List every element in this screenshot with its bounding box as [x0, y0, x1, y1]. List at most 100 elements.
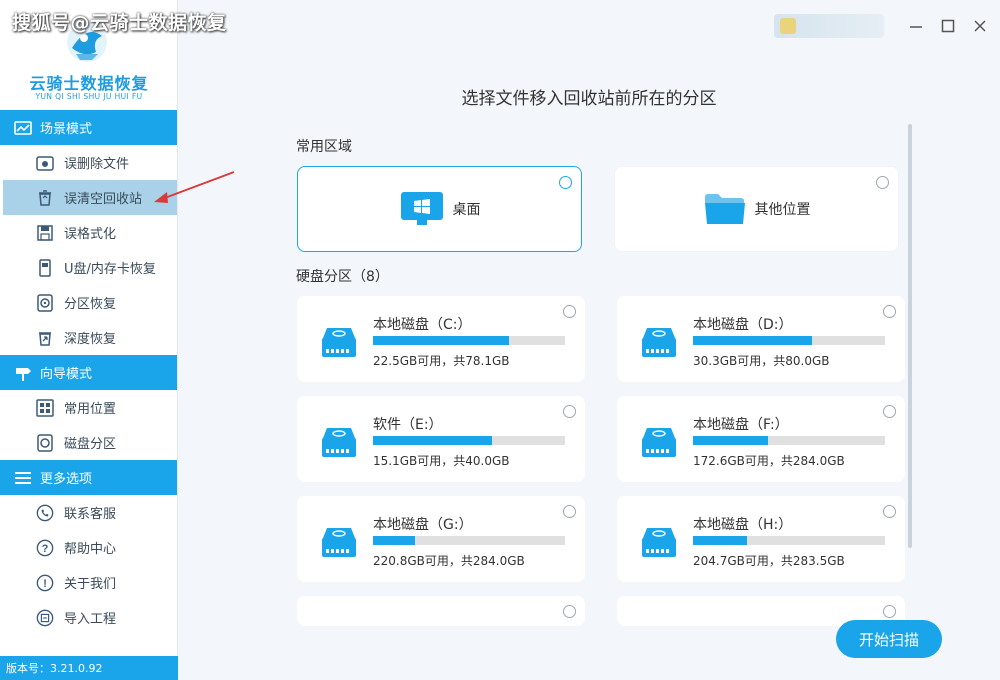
- start-scan-button[interactable]: 开始扫描: [836, 620, 942, 658]
- format-icon: [36, 224, 54, 242]
- disk-radio[interactable]: [563, 405, 576, 418]
- disk-grid: 本地磁盘（C:） 22.5GB可用，共78.1GB 本地磁盘（D:） 30.3GB可用…: [297, 296, 910, 626]
- phone-icon: [36, 504, 54, 522]
- window-controls: [774, 14, 990, 38]
- section-title: 更多选项: [40, 472, 93, 487]
- hard-disk-icon: [642, 528, 676, 557]
- menu-icon: [14, 470, 32, 486]
- disk-card[interactable]: 本地磁盘（F:） 172.6GB可用，共284.0GB: [617, 396, 905, 482]
- location-card-label: 桌面: [452, 202, 481, 218]
- radio-other[interactable]: [876, 176, 889, 189]
- disk-name: 本地磁盘（D:）: [693, 317, 793, 333]
- hard-disk-icon: [322, 328, 356, 357]
- disk-partition-label: 硬盘分区（8）: [296, 269, 389, 285]
- disk-usage-bar: [693, 536, 885, 545]
- radio-desktop[interactable]: [559, 176, 572, 189]
- sidebar-item-common-locations[interactable]: 常用位置: [0, 390, 177, 425]
- disk-usage-bar: [693, 336, 885, 345]
- sidebar-item-contact-support[interactable]: 联系客服: [0, 495, 177, 530]
- common-area-label: 常用区域: [296, 139, 352, 155]
- sidebar-item-import-project[interactable]: 导入工程: [0, 600, 177, 635]
- sidebar-item-label: 联系客服: [64, 507, 117, 522]
- disk-radio[interactable]: [563, 305, 576, 318]
- disk-radio[interactable]: [883, 505, 896, 518]
- logo-area: 搜狐号@云骑士数据恢复 云骑士数据恢复 YUN QI SHI SHU JU HU…: [0, 0, 226, 110]
- desktop-icon: [400, 192, 443, 225]
- disk-name: 本地磁盘（C:）: [373, 317, 472, 333]
- disk-card[interactable]: 软件（E:） 15.1GB可用，共40.0GB: [297, 396, 585, 482]
- hard-disk-icon: [642, 328, 676, 357]
- disk-size: 172.6GB可用，共284.0GB: [693, 454, 845, 468]
- section-wizard-mode[interactable]: 向导模式: [0, 355, 177, 390]
- main-panel: 选择文件移入回收站前所在的分区 常用区域 桌面 其他位置 硬盘分区（8） 本地磁…: [178, 0, 1000, 680]
- disk-usage-fill: [693, 536, 747, 545]
- watermark: 搜狐号@云骑士数据恢复: [12, 12, 227, 34]
- disk-radio[interactable]: [563, 605, 576, 618]
- location-card-desktop[interactable]: 桌面: [297, 166, 582, 252]
- location-card-other[interactable]: 其他位置: [614, 166, 899, 252]
- disk-card[interactable]: 本地磁盘（C:） 22.5GB可用，共78.1GB: [297, 296, 585, 382]
- app-subtitle: YUN QI SHI SHU JU HUI FU: [35, 92, 143, 101]
- sidebar-item-label: 误格式化: [64, 227, 117, 242]
- sidebar-item-label: 深度恢复: [64, 332, 117, 347]
- hard-disk-icon: [322, 428, 356, 457]
- close-icon[interactable]: [970, 16, 990, 36]
- hard-disk-icon: [642, 428, 676, 457]
- svg-text:?: ?: [42, 543, 49, 555]
- disk-radio[interactable]: [883, 405, 896, 418]
- disk-size: 204.7GB可用，共283.5GB: [693, 554, 845, 568]
- sidebar-item-label: 关于我们: [64, 577, 117, 592]
- disk-usage-bar: [373, 536, 565, 545]
- disk-card[interactable]: 本地磁盘（H:） 204.7GB可用，共283.5GB: [617, 496, 905, 582]
- sidebar-item-label: 导入工程: [64, 612, 117, 627]
- disk-usage-fill: [693, 336, 813, 345]
- disk-radio[interactable]: [883, 305, 896, 318]
- disk-usage-bar: [373, 436, 565, 445]
- disk-usage-fill: [373, 336, 510, 345]
- disk-name: 本地磁盘（G:）: [373, 517, 473, 533]
- disk-size: 22.5GB可用，共78.1GB: [373, 354, 510, 368]
- minimize-icon[interactable]: [906, 16, 926, 36]
- sidebar-item-format[interactable]: 误格式化: [0, 215, 177, 250]
- disk-usage-bar: [693, 436, 885, 445]
- sidebar-item-label: U盘/内存卡恢复: [64, 262, 156, 277]
- disk-size: 220.8GB可用，共284.0GB: [373, 554, 525, 568]
- question-icon: ?: [36, 539, 54, 557]
- section-scene-mode[interactable]: 场景模式: [0, 110, 177, 145]
- sidebar-item-label: 误删除文件: [64, 157, 130, 172]
- common-area-row: 桌面 其他位置: [297, 166, 910, 252]
- disk-usage-fill: [693, 436, 768, 445]
- sidebar-item-about-us[interactable]: ! 关于我们: [0, 565, 177, 600]
- partition-icon: [36, 293, 54, 312]
- sidebar-item-label: 分区恢复: [64, 297, 117, 312]
- section-more-options[interactable]: 更多选项: [0, 460, 177, 495]
- delete-file-icon: [36, 154, 54, 172]
- disk-card-partial[interactable]: [297, 596, 585, 626]
- sidebar-item-label: 误清空回收站: [64, 192, 143, 207]
- deep-recovery-icon: [36, 329, 54, 347]
- usb-card-icon: [36, 258, 54, 277]
- sidebar: 搜狐号@云骑士数据恢复 云骑士数据恢复 YUN QI SHI SHU JU HU…: [0, 0, 226, 680]
- import-icon: [36, 609, 54, 627]
- sidebar-item-partition-recovery[interactable]: 分区恢复: [0, 285, 177, 320]
- sidebar-item-help-center[interactable]: ? 帮助中心: [0, 530, 177, 565]
- sidebar-item-usb-card[interactable]: U盘/内存卡恢复: [0, 250, 177, 285]
- disk-usage-bar: [373, 336, 565, 345]
- disk-card[interactable]: 本地磁盘（G:） 220.8GB可用，共284.0GB: [297, 496, 585, 582]
- scene-icon: [14, 120, 32, 136]
- account-area[interactable]: [774, 14, 884, 38]
- disk-usage-fill: [373, 536, 416, 545]
- app-title: 云骑士数据恢复: [29, 74, 149, 93]
- disk-card[interactable]: 本地磁盘（D:） 30.3GB可用，共80.0GB: [617, 296, 905, 382]
- disk-radio[interactable]: [883, 605, 896, 618]
- disk-icon: [36, 433, 54, 452]
- partition-list: 常用区域 桌面 其他位置 硬盘分区（8） 本地磁盘（C:） 22.5GB可用，共…: [288, 128, 910, 628]
- disk-name: 本地磁盘（H:）: [693, 517, 793, 533]
- disk-radio[interactable]: [563, 505, 576, 518]
- signpost-icon: [14, 365, 32, 381]
- sidebar-item-disk-partition[interactable]: 磁盘分区: [0, 425, 177, 460]
- windows-icon: [36, 398, 54, 417]
- sidebar-item-deep-recovery[interactable]: 深度恢复: [0, 320, 177, 355]
- folder-icon: [704, 194, 745, 224]
- maximize-icon[interactable]: [938, 16, 958, 36]
